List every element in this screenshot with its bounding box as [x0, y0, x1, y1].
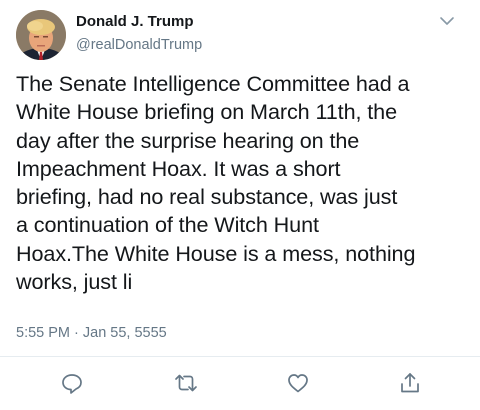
author-handle[interactable]: @realDonaldTrump	[76, 37, 202, 53]
tweet-card: Donald J. Trump @realDonaldTrump The Sen…	[0, 0, 480, 410]
reply-icon[interactable]	[59, 370, 85, 396]
profile-photo-icon	[16, 10, 66, 60]
avatar[interactable]	[16, 10, 66, 60]
author-name[interactable]: Donald J. Trump	[76, 13, 194, 30]
divider	[0, 356, 480, 357]
share-icon[interactable]	[397, 370, 423, 396]
retweet-icon[interactable]	[173, 370, 199, 396]
tweet-text: The Senate Intelligence Committee had a …	[16, 71, 416, 295]
heart-icon[interactable]	[285, 370, 311, 396]
chevron-down-icon[interactable]	[436, 12, 458, 30]
tweet-timestamp[interactable]: 5:55 PM · Jan 55, 5555	[16, 325, 167, 341]
